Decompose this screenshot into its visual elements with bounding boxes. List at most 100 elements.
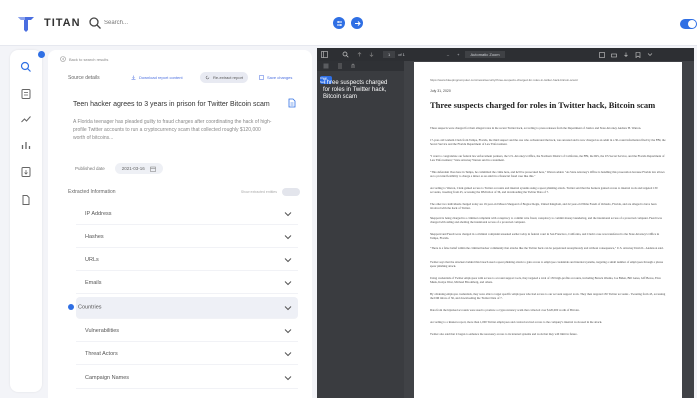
doc-paragraph: Twitter says that the attackers behind t…	[430, 260, 664, 269]
prev-page-icon[interactable]	[356, 51, 363, 58]
accordion-label: Campaign Names	[85, 374, 130, 381]
doc-paragraph: "I want to congratulate our federal law …	[430, 154, 665, 163]
save-changes-button[interactable]: Save changes	[254, 72, 297, 83]
source-details-label: Source details	[68, 75, 100, 81]
doc-paragraph: Data from the hijacked accounts were use…	[430, 308, 580, 312]
pdf-page: https://www.bleepingcomputer.com/news/se…	[414, 62, 682, 398]
filter-button[interactable]	[333, 17, 345, 29]
chevron-down-icon	[284, 328, 292, 333]
chevron-down-icon	[284, 280, 292, 285]
download-icon	[131, 75, 136, 80]
search-submit-button[interactable]	[351, 17, 363, 29]
doc-paragraph: "There is a false belief within the crim…	[430, 246, 664, 250]
chevron-down-icon	[284, 305, 292, 310]
next-page-icon[interactable]	[368, 51, 375, 58]
accordion-label: URLs	[85, 256, 99, 263]
accordion-ip-address[interactable]: IP Address	[76, 203, 298, 225]
pdf-thumbnail-sidebar	[317, 61, 404, 398]
analytics-nav-icon[interactable]	[20, 139, 32, 151]
accordion-urls[interactable]: URLs	[76, 249, 298, 271]
extracted-info-label: Extracted Information	[68, 189, 116, 195]
page-number-input[interactable]: 1	[383, 51, 396, 58]
back-link[interactable]: Back to search results	[60, 56, 108, 62]
doc-url[interactable]: https://www.bleepingcomputer.com/news/se…	[430, 78, 578, 82]
edit-doc-icon[interactable]	[288, 98, 296, 108]
save-icon	[259, 75, 264, 80]
doc-paragraph: Three suspects were charged for their al…	[430, 126, 642, 130]
print-icon[interactable]	[610, 52, 617, 58]
re-extract-button[interactable]: Re-extract report	[200, 72, 249, 83]
app-name: TITAN	[44, 17, 81, 29]
chevron-down-icon	[284, 234, 292, 239]
doc-paragraph: 17-year-old Graham Clark from Tampa, Flo…	[430, 138, 666, 147]
top-toggle[interactable]	[680, 19, 697, 29]
doc-paragraph: By obtaining employee credentials, they …	[430, 292, 666, 301]
chevron-down-icon	[284, 375, 292, 380]
accordion-label: Threat Actors	[85, 350, 118, 357]
title-field[interactable]: Teen hacker agrees to 3 years in prison …	[68, 94, 298, 114]
accordion-label: Hashes	[85, 233, 104, 240]
document-nav-icon[interactable]	[20, 194, 32, 206]
doc-paragraph: According to Warren, Clark gained access…	[430, 186, 658, 195]
notification-badge	[38, 51, 45, 58]
calendar-icon	[150, 166, 156, 172]
reports-nav-icon[interactable]	[20, 88, 32, 100]
pdf-search-icon[interactable]	[342, 51, 349, 58]
source-title: Teen hacker agrees to 3 years in prison …	[73, 100, 270, 108]
re-extract-label: Re-extract report	[213, 75, 244, 80]
zoom-in-button[interactable]: +	[457, 52, 459, 57]
back-arrow-icon	[60, 56, 66, 62]
more-tools-icon[interactable]	[647, 52, 653, 58]
doc-paragraph: Using credentials of Twitter employees w…	[430, 276, 661, 285]
export-nav-icon[interactable]	[20, 166, 32, 178]
source-details-panel: Back to search results Source details Do…	[48, 50, 312, 398]
source-description[interactable]: A Florida teenager has pleaded guilty to…	[73, 118, 273, 142]
thumbnails-icon[interactable]	[323, 63, 329, 69]
zoom-select[interactable]: Automatic Zoom	[465, 51, 505, 58]
app-logo[interactable]: TITAN	[16, 14, 81, 32]
sliders-icon	[336, 20, 342, 26]
published-date-row: Published date 2021-03-16	[75, 163, 163, 174]
doc-date: July 31, 2020	[430, 89, 451, 93]
extracted-toggle[interactable]	[282, 188, 300, 196]
published-date-label: Published date	[75, 166, 105, 171]
top-bar: TITAN	[0, 0, 697, 46]
accordion-vulnerabilities[interactable]: Vulnerabilities	[76, 320, 298, 342]
chevron-down-icon	[284, 257, 292, 262]
doc-paragraph: According to a Reuters report, more than…	[430, 320, 603, 324]
accordion-label: Emails	[85, 279, 102, 286]
bookmark-icon[interactable]	[635, 51, 641, 58]
arrow-right-icon	[354, 20, 361, 26]
outline-icon[interactable]	[337, 63, 343, 69]
refresh-icon	[205, 75, 210, 80]
accordion-threat-actors[interactable]: Threat Actors	[76, 343, 298, 365]
published-date-input[interactable]: 2021-03-16	[114, 163, 163, 174]
accordion-emails[interactable]: Emails	[76, 272, 298, 294]
extracted-toggle-label: Show extracted entities	[240, 190, 277, 194]
save-changes-label: Save changes	[267, 75, 293, 80]
accordion-countries[interactable]: Countries	[68, 297, 298, 319]
download-pdf-icon[interactable]	[623, 52, 629, 58]
published-date-value: 2021-03-16	[121, 166, 145, 171]
accordion-hashes[interactable]: Hashes	[76, 226, 298, 248]
pdf-toolbar: 1 of 1 – + Automatic Zoom	[317, 48, 694, 61]
present-icon[interactable]	[598, 51, 605, 58]
search-input[interactable]	[104, 14, 329, 32]
titan-logo-icon	[18, 17, 34, 32]
attachments-icon[interactable]	[350, 63, 356, 69]
trends-nav-icon[interactable]	[20, 113, 32, 125]
download-report-button[interactable]: Download report content	[126, 72, 188, 83]
zoom-out-button[interactable]: –	[447, 52, 449, 57]
accordion-campaign-names[interactable]: Campaign Names	[76, 367, 298, 389]
chevron-down-icon	[284, 211, 292, 216]
back-link-label: Back to search results	[69, 56, 109, 62]
accordion-label: Countries	[78, 304, 102, 311]
active-dot	[68, 304, 74, 311]
sidebar-toggle-icon[interactable]	[321, 51, 328, 58]
download-report-label: Download report content	[139, 75, 183, 80]
search-nav-icon[interactable]	[20, 61, 32, 73]
extracted-info-header: Extracted Information Show extracted ent…	[68, 188, 300, 196]
doc-paragraph: "This defendant lives here in Tampa, he …	[430, 170, 665, 179]
search-icon	[89, 17, 101, 29]
accordion-label: IP Address	[85, 210, 112, 217]
